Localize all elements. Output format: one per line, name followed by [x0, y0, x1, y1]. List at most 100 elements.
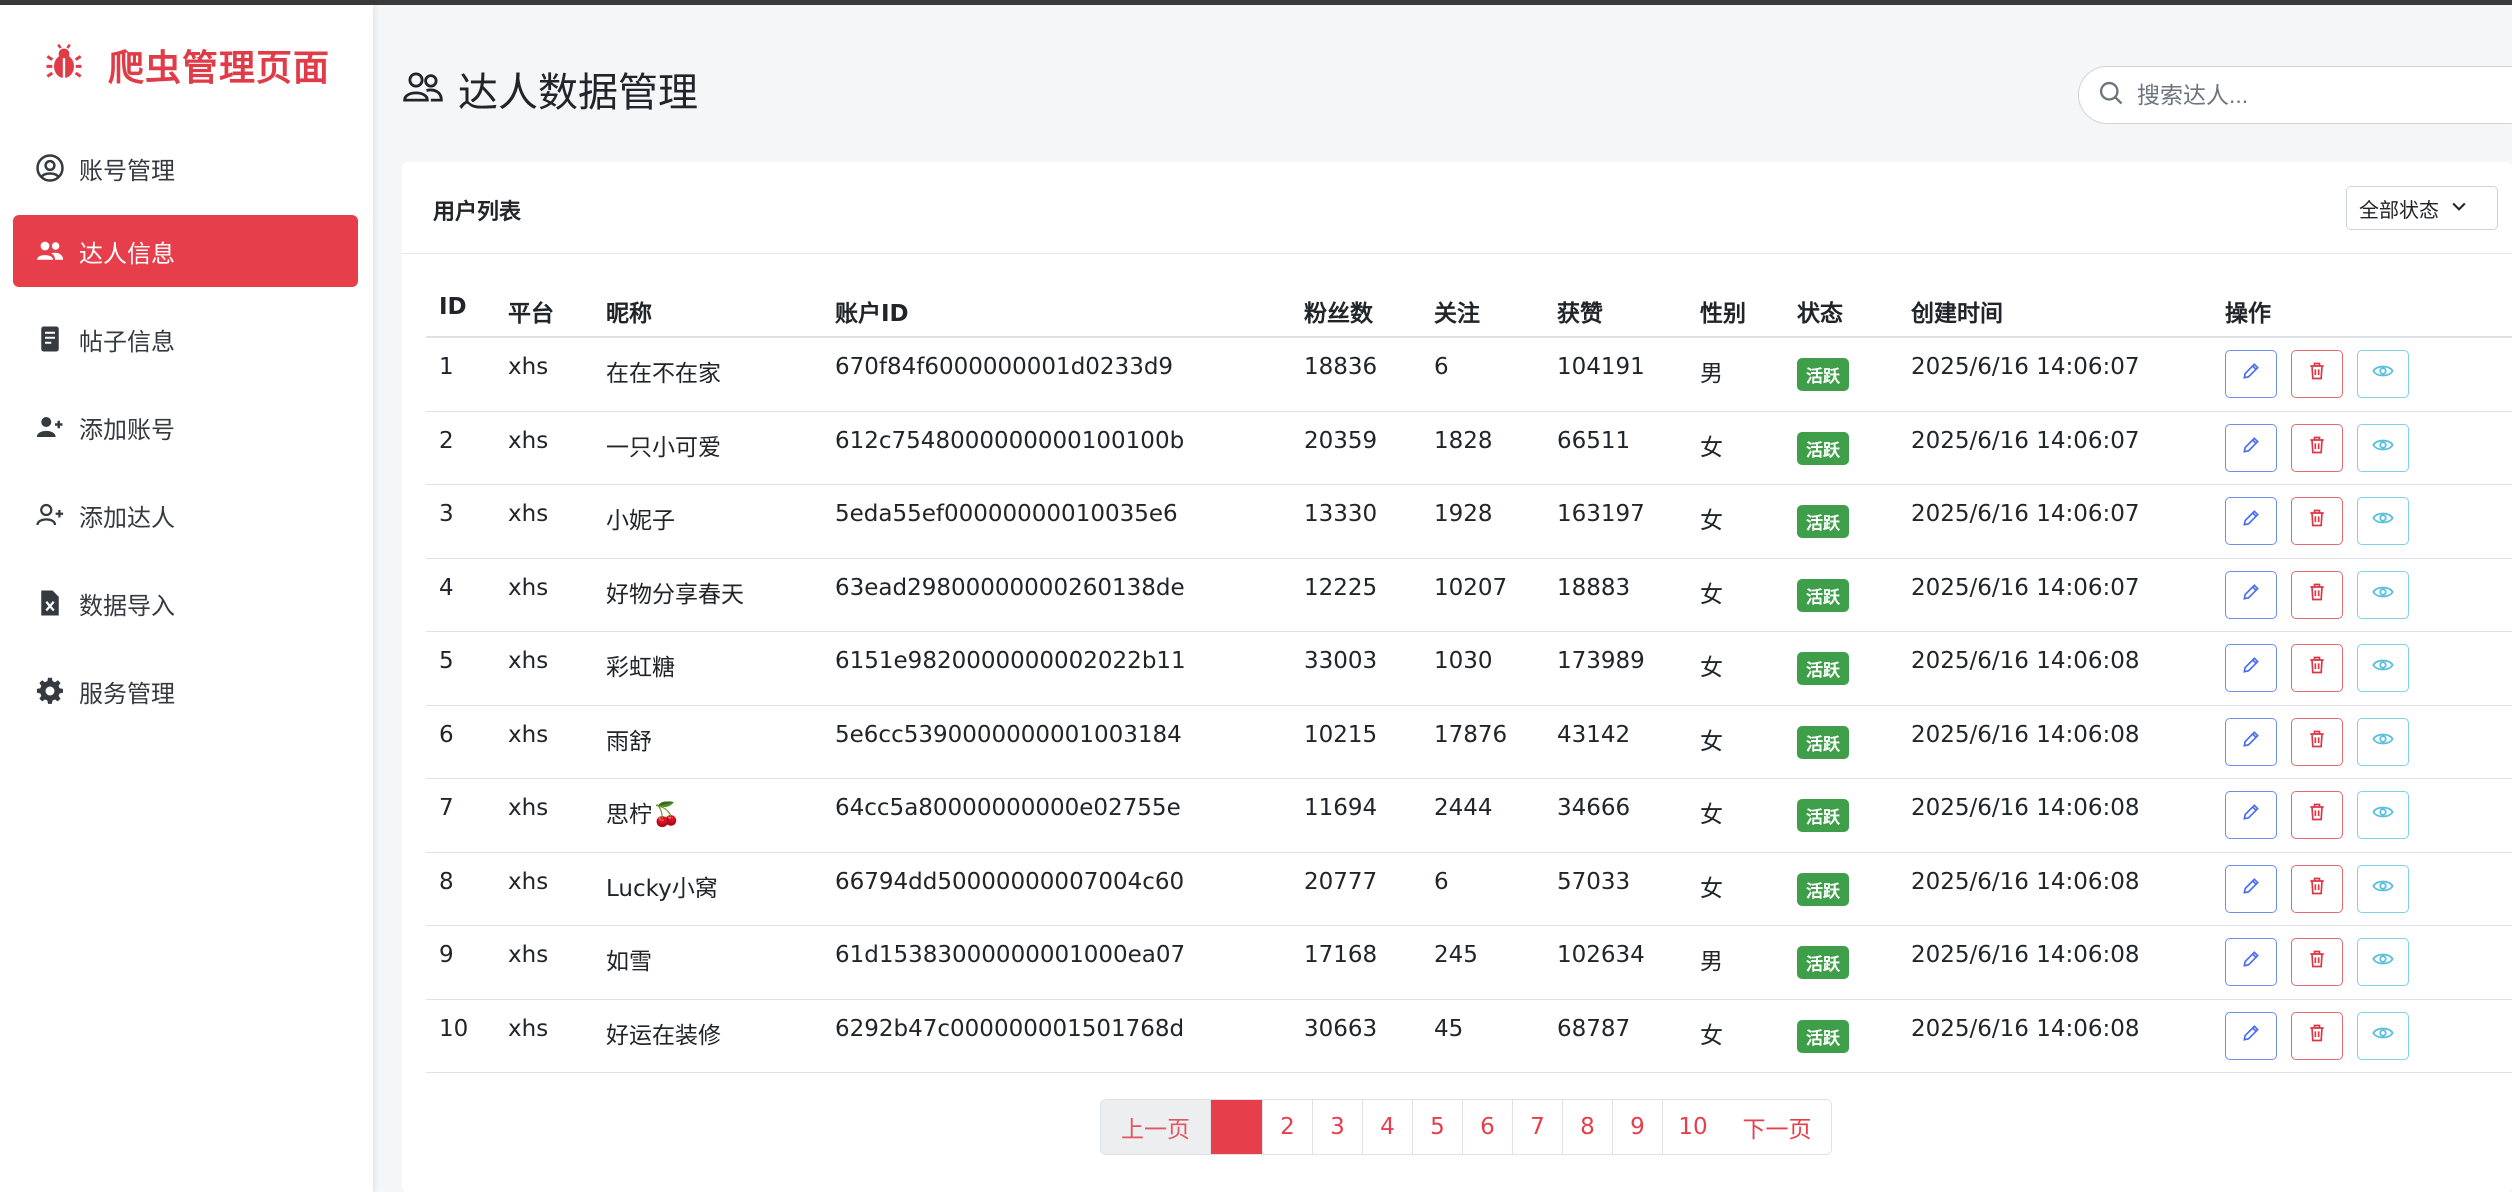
sidebar-item-influencer-info[interactable]: 达人信息	[13, 215, 358, 287]
next-page-button[interactable]: 下一页	[1723, 1100, 1831, 1154]
view-button[interactable]	[2357, 791, 2409, 839]
cell-actions	[2225, 706, 2409, 779]
sidebar-item-data-import[interactable]: 数据导入	[13, 567, 358, 639]
page-button[interactable]: 8	[1563, 1100, 1613, 1154]
cell-status: 活跃	[1797, 779, 1849, 852]
edit-button[interactable]	[2225, 1011, 2277, 1060]
pencil-icon	[2241, 582, 2261, 608]
cell-platform: xhs	[508, 354, 549, 380]
view-button[interactable]	[2357, 864, 2409, 913]
page-button[interactable]: 4	[1363, 1100, 1413, 1154]
delete-button[interactable]	[2291, 644, 2343, 692]
edit-button[interactable]	[2225, 423, 2277, 472]
brand[interactable]: 爬虫管理页面	[44, 39, 330, 91]
page-button-current[interactable]	[1211, 1100, 1263, 1154]
view-button[interactable]	[2357, 570, 2409, 619]
status-badge: 活跃	[1797, 872, 1849, 906]
cell-actions	[2225, 779, 2409, 852]
edit-button[interactable]	[2225, 938, 2277, 986]
table-header-row: ID 平台 昵称 账户ID 粉丝数 关注 获赞 性别 状态 创建时间 操作	[426, 280, 2512, 338]
action-group	[2225, 791, 2409, 839]
cell-platform: xhs	[508, 721, 549, 748]
delete-button[interactable]	[2291, 497, 2343, 545]
sidebar-item-service-management[interactable]: 服务管理	[13, 655, 358, 727]
view-button[interactable]	[2357, 423, 2409, 472]
cell-fans: 17168	[1304, 942, 1378, 968]
page-button[interactable]: 3	[1313, 1100, 1363, 1154]
view-button[interactable]	[2357, 350, 2409, 398]
trash-icon	[2307, 435, 2327, 461]
sidebar-item-account-management[interactable]: 账号管理	[13, 132, 358, 204]
delete-button[interactable]	[2291, 350, 2343, 398]
edit-button[interactable]	[2225, 864, 2277, 913]
delete-button[interactable]	[2291, 423, 2343, 472]
cell-fans: 20777	[1304, 868, 1378, 895]
view-button[interactable]	[2357, 938, 2409, 986]
page-button[interactable]: 2	[1263, 1100, 1313, 1154]
cell-id: 8	[439, 868, 454, 895]
sidebar-item-label: 添加达人	[79, 503, 175, 532]
trash-icon	[2307, 361, 2327, 387]
cell-id: 6	[439, 721, 454, 748]
cell-likes: 68787	[1557, 1015, 1631, 1042]
cell-following: 1030	[1434, 648, 1493, 674]
edit-button[interactable]	[2225, 644, 2277, 692]
cell-created-time: 2025/6/16 14:06:07	[1911, 501, 2140, 527]
page-button[interactable]: 6	[1463, 1100, 1513, 1154]
search-input[interactable]	[2137, 81, 2497, 109]
cell-following: 2444	[1434, 795, 1493, 821]
gear-icon	[35, 676, 65, 706]
sidebar-item-label: 账号管理	[79, 156, 175, 185]
delete-button[interactable]	[2291, 791, 2343, 839]
sidebar-item-post-info[interactable]: 帖子信息	[13, 303, 358, 375]
delete-button[interactable]	[2291, 938, 2343, 986]
page-button[interactable]: 10	[1663, 1100, 1723, 1154]
cell-status: 活跃	[1797, 706, 1849, 779]
view-button[interactable]	[2357, 644, 2409, 692]
search-box[interactable]	[2078, 66, 2512, 124]
page-button[interactable]: 7	[1513, 1100, 1563, 1154]
cell-actions	[2225, 926, 2409, 999]
delete-button[interactable]	[2291, 570, 2343, 619]
pagination: 上一页 2 3 4 5 6 7 8 9 10 下一页	[1100, 1099, 1832, 1155]
prev-page-button[interactable]: 上一页	[1101, 1100, 1211, 1154]
cell-account-id: 66794dd50000000007004c60	[835, 868, 1185, 895]
column-header-created-time: 创建时间	[1911, 301, 2003, 327]
delete-button[interactable]	[2291, 1011, 2343, 1060]
cell-status: 活跃	[1797, 1000, 1849, 1073]
cell-status: 活跃	[1797, 632, 1849, 705]
cell-id: 10	[439, 1015, 469, 1042]
cell-following: 1928	[1434, 501, 1493, 527]
status-filter-select[interactable]: 全部状态	[2346, 186, 2498, 230]
cell-nickname: 好物分享春天	[606, 581, 744, 608]
pencil-icon	[2241, 655, 2261, 681]
sidebar-item-add-influencer[interactable]: 添加达人	[13, 479, 358, 551]
delete-button[interactable]	[2291, 864, 2343, 913]
eye-icon	[2372, 507, 2394, 535]
cell-fans: 12225	[1304, 574, 1378, 601]
table-row: 4 xhs 好物分享春天 63ead29800000000260138de 12225 1…	[426, 559, 2512, 632]
edit-button[interactable]	[2225, 570, 2277, 619]
bug-icon	[44, 43, 84, 87]
cell-fans: 33003	[1304, 648, 1378, 674]
page-button[interactable]: 5	[1413, 1100, 1463, 1154]
sidebar-item-add-account[interactable]: 添加账号	[13, 391, 358, 463]
view-button[interactable]	[2357, 497, 2409, 545]
page-button[interactable]: 9	[1613, 1100, 1663, 1154]
status-badge: 活跃	[1797, 431, 1849, 465]
view-button[interactable]	[2357, 717, 2409, 766]
cell-gender: 女	[1700, 655, 1723, 681]
action-group	[2225, 350, 2409, 398]
cell-created-time: 2025/6/16 14:06:08	[1911, 795, 2140, 821]
edit-button[interactable]	[2225, 717, 2277, 766]
status-badge: 活跃	[1797, 799, 1849, 832]
cell-created-time: 2025/6/16 14:06:08	[1911, 868, 2140, 895]
user-circle-icon	[35, 153, 65, 183]
cell-gender: 女	[1700, 875, 1723, 902]
delete-button[interactable]	[2291, 717, 2343, 766]
view-button[interactable]	[2357, 1011, 2409, 1060]
edit-button[interactable]	[2225, 791, 2277, 839]
edit-button[interactable]	[2225, 497, 2277, 545]
edit-button[interactable]	[2225, 350, 2277, 398]
eye-icon	[2372, 360, 2394, 388]
